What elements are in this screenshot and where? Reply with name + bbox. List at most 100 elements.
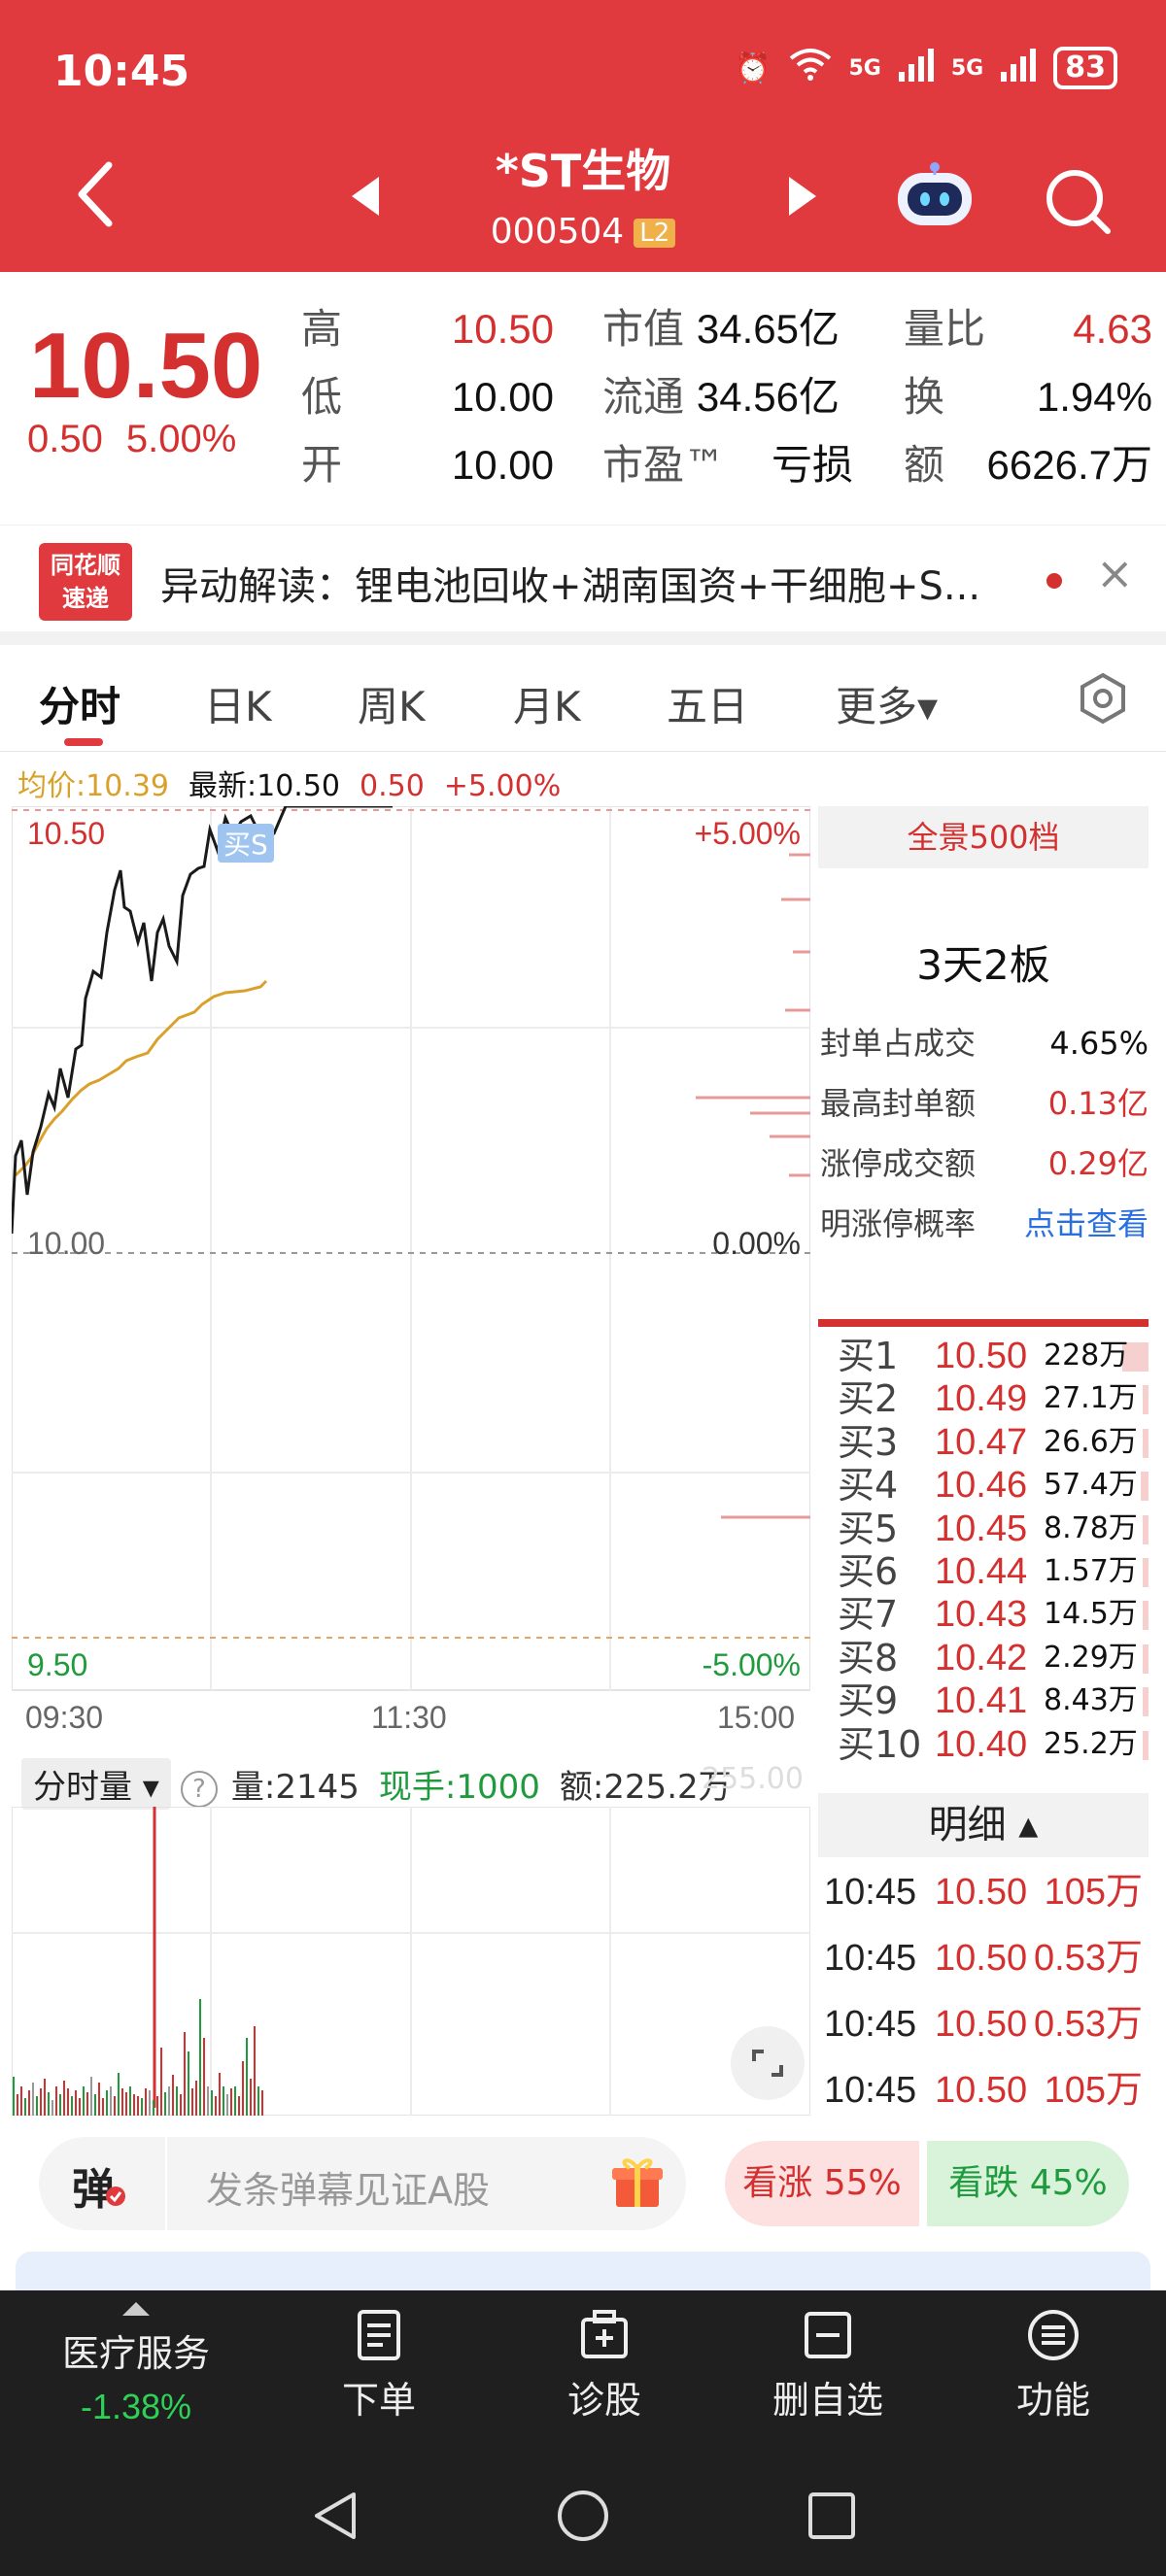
system-back-icon[interactable] <box>309 2489 363 2543</box>
barrage-check-icon <box>106 2186 125 2206</box>
stock-code-line: 000504 L2 <box>389 212 777 252</box>
high-value: 10.50 <box>451 306 555 352</box>
barrage-divider <box>165 2137 167 2230</box>
tab-monthly-k[interactable]: 月K <box>513 674 581 733</box>
system-recents-icon[interactable] <box>806 2491 857 2541</box>
order-volume-bar <box>1143 1687 1149 1717</box>
order-price: 10.46 <box>935 1465 1028 1507</box>
previous-stock-icon[interactable] <box>352 177 379 216</box>
tab-five-day[interactable]: 五日 <box>667 674 748 733</box>
news-ticker[interactable]: 同花顺 速递 异动解读：锂电池回收+湖南国资+干细胞+S... × <box>0 525 1166 631</box>
back-icon[interactable] <box>70 155 119 233</box>
order-level: 买9 <box>838 1679 899 1723</box>
barrage-placeholder[interactable]: 发条弹幕见证A股 <box>206 2160 490 2214</box>
trade-time: 10:45 <box>824 1872 917 1913</box>
order-volume-bar <box>1143 1558 1149 1587</box>
order-book-row[interactable]: 买5 10.45 8.78万 <box>818 1508 1149 1550</box>
trade-detail-row: 10:45 10.50 0.53万 <box>818 1927 1149 1989</box>
stat-value: 0.13亿 <box>1047 1085 1149 1122</box>
robot-assistant-icon[interactable] <box>892 161 977 231</box>
order-price: 10.44 <box>935 1551 1028 1592</box>
order-book-row[interactable]: 买2 10.49 27.1万 <box>818 1377 1149 1420</box>
stat-value: 0.29亿 <box>1047 1145 1149 1182</box>
search-icon[interactable] <box>1040 163 1117 241</box>
order-book-row[interactable]: 买6 10.44 1.57万 <box>818 1550 1149 1593</box>
order-volume: 2.29万 <box>1044 1640 1138 1675</box>
order-book-row[interactable]: 买3 10.47 26.6万 <box>818 1421 1149 1464</box>
high-label: 高 <box>301 305 343 353</box>
price-change: 0.50 5.00% <box>27 418 259 461</box>
close-news-button[interactable]: × <box>1096 547 1134 599</box>
remove-watchlist-button[interactable]: 删自选 <box>731 2308 925 2423</box>
chart-settings-icon[interactable] <box>1077 672 1129 725</box>
trade-detail-header[interactable]: 明细 ▴ <box>818 1793 1149 1857</box>
trade-price: 10.50 <box>935 2070 1028 2111</box>
time-axis-mid: 11:30 <box>371 1700 447 1735</box>
time-axis-start: 09:30 <box>25 1700 104 1735</box>
order-level: 买10 <box>838 1722 922 1766</box>
volume-selector-label: 分时量 <box>33 1768 132 1807</box>
order-book-row[interactable]: 买10 10.40 25.2万 <box>818 1723 1149 1766</box>
trade-time: 10:45 <box>824 2004 917 2045</box>
news-text[interactable]: 异动解读：锂电池回收+湖南国资+干细胞+S... <box>160 555 980 611</box>
next-stock-icon[interactable] <box>789 177 816 216</box>
limit-probability-link[interactable]: 点击查看 <box>1024 1195 1149 1253</box>
limit-board-count: 3天2板 <box>916 941 1050 989</box>
order-volume-bar <box>1143 1514 1149 1544</box>
unread-dot-icon <box>1046 573 1062 589</box>
quote-col-2: 市值 34.65亿 流通 34.56亿 市盈™ 亏损 <box>602 295 853 499</box>
order-volume-bar <box>1143 1601 1149 1631</box>
stat-row: 明涨停概率 点击查看 <box>818 1195 1149 1253</box>
level2-badge[interactable]: L2 <box>634 219 676 248</box>
order-button[interactable]: 下单 <box>282 2308 476 2423</box>
order-price: 10.50 <box>935 1336 1028 1376</box>
latest-percent: +5.00% <box>443 769 562 803</box>
order-level: 买8 <box>838 1636 899 1679</box>
system-home-icon[interactable] <box>556 2489 610 2543</box>
volume-chart-svg <box>11 1806 811 2117</box>
order-volume: 27.1万 <box>1044 1381 1138 1416</box>
latest-change: 0.50 <box>360 769 425 803</box>
status-time: 10:45 <box>53 47 190 96</box>
tab-weekly-k[interactable]: 周K <box>358 674 426 733</box>
tab-daily-k[interactable]: 日K <box>204 674 272 733</box>
pe-value: 亏损 <box>772 442 854 488</box>
sector-button[interactable]: 医疗服务 -1.38% <box>39 2302 233 2427</box>
order-volume-bar <box>1141 1472 1149 1502</box>
chart-tabs: 分时 日K 周K 月K 五日 更多▾ <box>0 645 1166 752</box>
market-cap-value: 34.65亿 <box>696 306 840 352</box>
volume-chart <box>11 1806 811 2117</box>
order-volume: 57.4万 <box>1044 1468 1138 1503</box>
order-book-row[interactable]: 买1 10.50 228万 <box>818 1335 1149 1377</box>
order-label: 下单 <box>341 2379 416 2422</box>
help-icon[interactable]: ? <box>180 1770 218 1808</box>
full-depth-button[interactable]: 全景500档 <box>818 806 1149 868</box>
order-book-row[interactable]: 买7 10.43 14.5万 <box>818 1593 1149 1636</box>
expand-chart-icon[interactable] <box>731 2026 805 2100</box>
order-price: 10.43 <box>935 1594 1028 1636</box>
volume-selector[interactable]: 分时量 ▾ <box>21 1758 171 1810</box>
gift-icon[interactable] <box>608 2152 667 2211</box>
function-button[interactable]: 功能 <box>956 2308 1150 2423</box>
vote-bullish-button[interactable]: 看涨 55% <box>725 2141 919 2226</box>
amount-value: 6626.7万 <box>986 442 1153 488</box>
order-book-row[interactable]: 买8 10.42 2.29万 <box>818 1637 1149 1679</box>
vote-bearish-button[interactable]: 看跌 45% <box>927 2141 1129 2226</box>
order-level: 买3 <box>838 1420 899 1464</box>
intraday-info-line: 均价:10.39 最新:10.50 0.50 +5.00% <box>17 762 580 804</box>
barrage-input[interactable]: 弹 发条弹幕见证A股 <box>39 2137 686 2230</box>
trade-marker[interactable]: 买S <box>218 824 274 863</box>
news-logo-line1: 同花顺 <box>51 552 120 579</box>
diagnose-button[interactable]: 诊股 <box>507 2308 702 2423</box>
price-chart-svg <box>10 804 811 1691</box>
quote-col-3: 量比 4.63 换 1.94% 额 6626.7万 <box>904 295 1152 499</box>
tab-more[interactable]: 更多▾ <box>836 674 938 733</box>
open-value: 10.00 <box>451 442 555 488</box>
order-book-row[interactable]: 买9 10.41 8.43万 <box>818 1679 1149 1722</box>
intraday-price-chart[interactable]: 10.50 10.00 9.50 +5.00% 0.00% -5.00% 买S <box>10 804 811 1700</box>
order-book-row[interactable]: 买4 10.46 57.4万 <box>818 1464 1149 1507</box>
tab-intraday[interactable]: 分时 <box>39 674 120 733</box>
avg-price-label: 均价:10.39 <box>17 769 169 803</box>
turnover-label: 换 <box>904 373 945 421</box>
sector-name: 医疗服务 <box>61 2332 210 2375</box>
